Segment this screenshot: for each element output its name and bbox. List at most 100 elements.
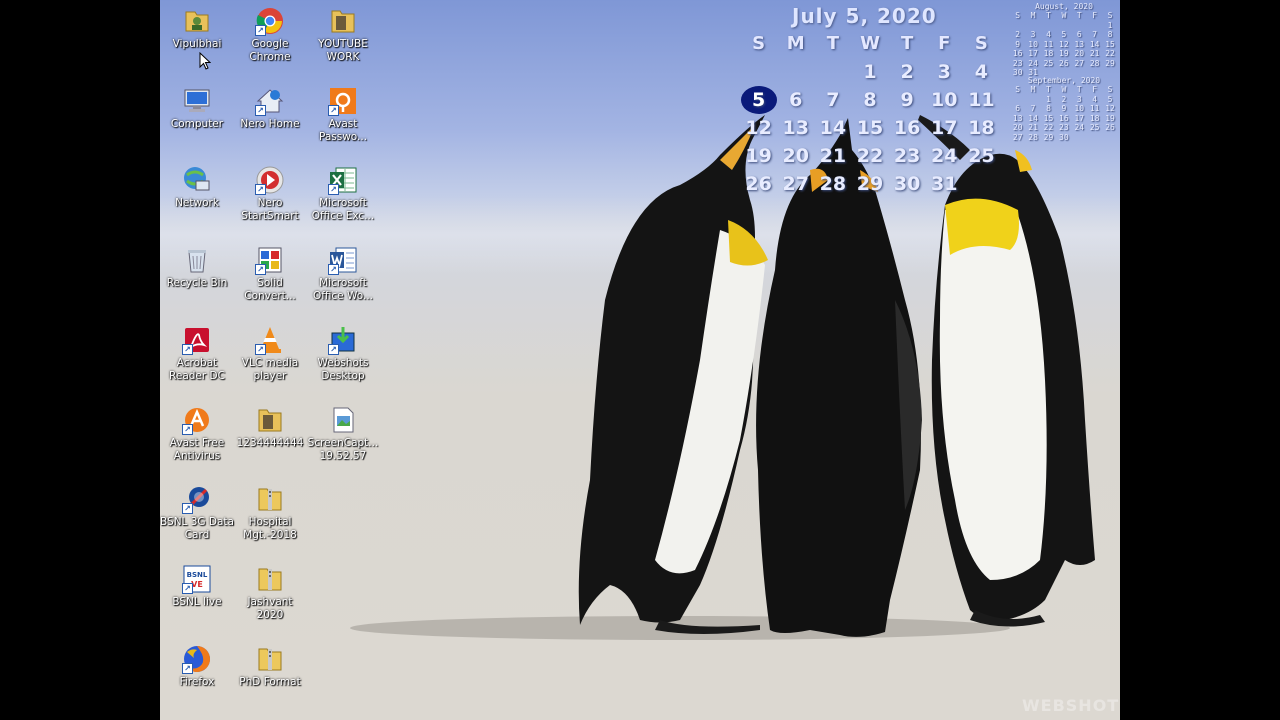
desktop-icon-label: 1234444444 <box>236 436 304 449</box>
desktop-icon-computer[interactable]: Computer <box>160 80 234 158</box>
mini-calendar-week-row: 23 24 25 26 27 28 29 <box>1010 59 1118 69</box>
desktop-icon-acrobat-reader-dc[interactable]: ↗ Acrobat Reader DC <box>160 319 234 397</box>
mini-calendar-weekday: W <box>1061 11 1067 20</box>
desktop-icon-youtube-work[interactable]: YOUTUBE WORK <box>306 0 380 78</box>
mini-calendar-day: 19 <box>1105 113 1115 123</box>
desktop-icon-vipulbhai[interactable]: Vipulbhai <box>160 0 234 78</box>
zip-folder-icon <box>255 564 285 594</box>
calendar-today-marker: 5 <box>740 86 777 114</box>
desktop-icon-nero-home[interactable]: ↗ Nero Home <box>233 80 307 158</box>
bsnl-datacard-icon: ↗ <box>182 484 212 515</box>
network-icon <box>182 165 212 195</box>
shortcut-arrow-icon: ↗ <box>182 343 193 355</box>
desktop-icon-bsnl-3g-data-card[interactable]: ↗ BSNL 3G Data Card <box>160 478 234 556</box>
desktop-icon-microsoft-office-exc[interactable]: ↗ Microsoft Office Exc... <box>306 159 380 237</box>
desktop-icon-label: Microsoft Office Exc... <box>311 197 375 223</box>
desktop-icon-1234444444[interactable]: 1234444444 <box>233 399 307 477</box>
calendar-week-row: 5 6 7 8 9 10 11 <box>740 86 1000 114</box>
desktop-icon-bsnl-live[interactable]: BSNL VE ↗ BSNL live <box>160 558 234 636</box>
desktop-icon-avast-passwo[interactable]: ↗ Avast Passwo... <box>306 80 380 158</box>
mini-calendar-day <box>1010 21 1025 31</box>
desktop-icon-nero-startsmart[interactable]: ↗ Nero StartSmart <box>233 159 307 237</box>
calendar-day: 24 <box>931 145 958 167</box>
folder-icon <box>255 405 285 435</box>
shortcut-arrow-icon: ↗ <box>255 104 266 116</box>
mini-calendar-day <box>1072 21 1087 31</box>
shortcut-arrow-icon: ↗ <box>182 582 193 594</box>
mini-calendar-week-row: 9 10 11 12 13 14 15 <box>1010 40 1118 50</box>
mini-calendar-day: 29 <box>1043 132 1054 142</box>
mini-calendar-week-row: 13 14 15 16 17 18 19 <box>1010 114 1118 124</box>
desktop-icon-firefox[interactable]: ↗ Firefox <box>160 638 234 716</box>
calendar-day: 8 <box>863 89 877 111</box>
mini-calendar-day: 14 <box>1028 113 1038 123</box>
desktop-icon-jashvant-2020[interactable]: Jashvant 2020 <box>233 558 307 636</box>
calendar-day: 17 <box>931 117 958 139</box>
mini-calendar-day: 16 <box>1059 113 1069 123</box>
mini-calendar-day: 7 <box>1092 30 1098 39</box>
mini-calendar-day: 2 <box>1015 30 1021 39</box>
desktop-icon-screencapt-19-52-57[interactable]: ScreenCapt... 19.52.57 <box>306 399 380 477</box>
folder-icon <box>328 6 358 36</box>
shortcut-arrow-icon: ↗ <box>328 264 339 276</box>
desktop-icon-recycle-bin[interactable]: Recycle Bin <box>160 239 234 317</box>
calendar-day: 25 <box>968 145 995 167</box>
shortcut-arrow-icon: ↗ <box>255 25 266 36</box>
avast-antivirus-icon: ↗ <box>182 405 212 435</box>
chrome-icon: ↗ <box>255 6 285 36</box>
calendar-week-row: 12 13 14 15 16 17 18 <box>740 114 1000 142</box>
recycle-bin-icon <box>182 245 212 275</box>
nero-startsmart-icon: ↗ <box>255 165 285 196</box>
mini-calendar-day: 20 <box>1012 123 1023 132</box>
solid-converter-icon: ↗ <box>255 245 285 276</box>
desktop-icon-vlc-media-player[interactable]: ↗ VLC media player <box>233 319 307 397</box>
desktop-icon-label: Nero Home <box>240 117 300 130</box>
mini-calendar-day: 24 <box>1074 123 1085 132</box>
calendar-day <box>740 58 777 86</box>
mini-calendar-day: 9 <box>1061 104 1067 113</box>
mini-calendar-weekday: F <box>1092 85 1098 94</box>
desktop-icon-avast-free-antivirus[interactable]: ↗ Avast Free Antivirus <box>160 399 234 477</box>
calendar-day <box>777 58 814 86</box>
desktop-icon-microsoft-office-wo[interactable]: ↗ Microsoft Office Wo... <box>306 239 380 317</box>
zip-folder-icon <box>255 644 285 674</box>
calendar-weekday: W <box>860 33 880 54</box>
mini-calendar-weekday: T <box>1076 85 1082 94</box>
mini-calendar-week-row: 20 21 22 23 24 25 26 <box>1010 123 1118 133</box>
mini-calendar-day: 25 <box>1043 58 1054 68</box>
mini-calendar-weekday: S <box>1107 11 1113 20</box>
desktop-icon-google-chrome[interactable]: ↗ Google Chrome <box>233 0 307 78</box>
desktop-icon-label: Firefox <box>179 675 215 688</box>
mini-calendar-day: 7 <box>1030 104 1036 113</box>
shortcut-arrow-icon: ↗ <box>328 184 339 196</box>
desktop-icon-label: BSNL live <box>172 595 222 608</box>
calendar-week-row: 26 27 28 29 30 31 <box>740 170 1000 198</box>
desktop-icon-label: Solid Convert... <box>244 277 296 303</box>
calendar-day: 28 <box>819 173 847 195</box>
desktop-icon-label: Acrobat Reader DC <box>169 356 225 382</box>
shortcut-arrow-icon: ↗ <box>182 662 193 674</box>
mini-calendar-day: 17 <box>1028 49 1038 58</box>
desktop-icon-label: Computer <box>170 117 224 130</box>
mini-calendar-day: 25 <box>1089 123 1100 132</box>
calendar-day: 29 <box>856 173 884 195</box>
desktop-icon-webshots-desktop[interactable]: ↗ Webshots Desktop <box>306 319 380 397</box>
calendar-day <box>814 58 851 86</box>
desktop-icon-hospital-mgt-2018[interactable]: Hospital Mgt.-2018 <box>233 478 307 556</box>
desktop-icon-label: Hospital Mgt.-2018 <box>243 516 297 542</box>
calendar-weekday: F <box>938 33 951 54</box>
mini-calendar-day: 23 <box>1059 123 1069 132</box>
calendar-weekday-row: SMTWTFS <box>740 30 1000 58</box>
desktop-icon-network[interactable]: Network <box>160 159 234 237</box>
mini-calendar-weekday: S <box>1015 11 1021 20</box>
desktop-icon-solid-convert[interactable]: ↗ Solid Convert... <box>233 239 307 317</box>
desktop-icon-label: Network <box>175 197 219 210</box>
svg-text:BSNL: BSNL <box>187 571 208 579</box>
mini-calendar-day: 4 <box>1092 94 1098 104</box>
desktop-icon-phd-format[interactable]: PhD Format <box>233 638 307 716</box>
mini-calendar-day: 13 <box>1074 39 1085 49</box>
mini-calendar-day: 10 <box>1028 39 1038 49</box>
desktop[interactable]: Vipulbhai ↗ Google Chrome YOUTUBE WORK Compu… <box>160 0 1120 720</box>
desktop-icon-label: PhD Format <box>239 675 301 688</box>
mini-calendar-day <box>1010 95 1025 105</box>
